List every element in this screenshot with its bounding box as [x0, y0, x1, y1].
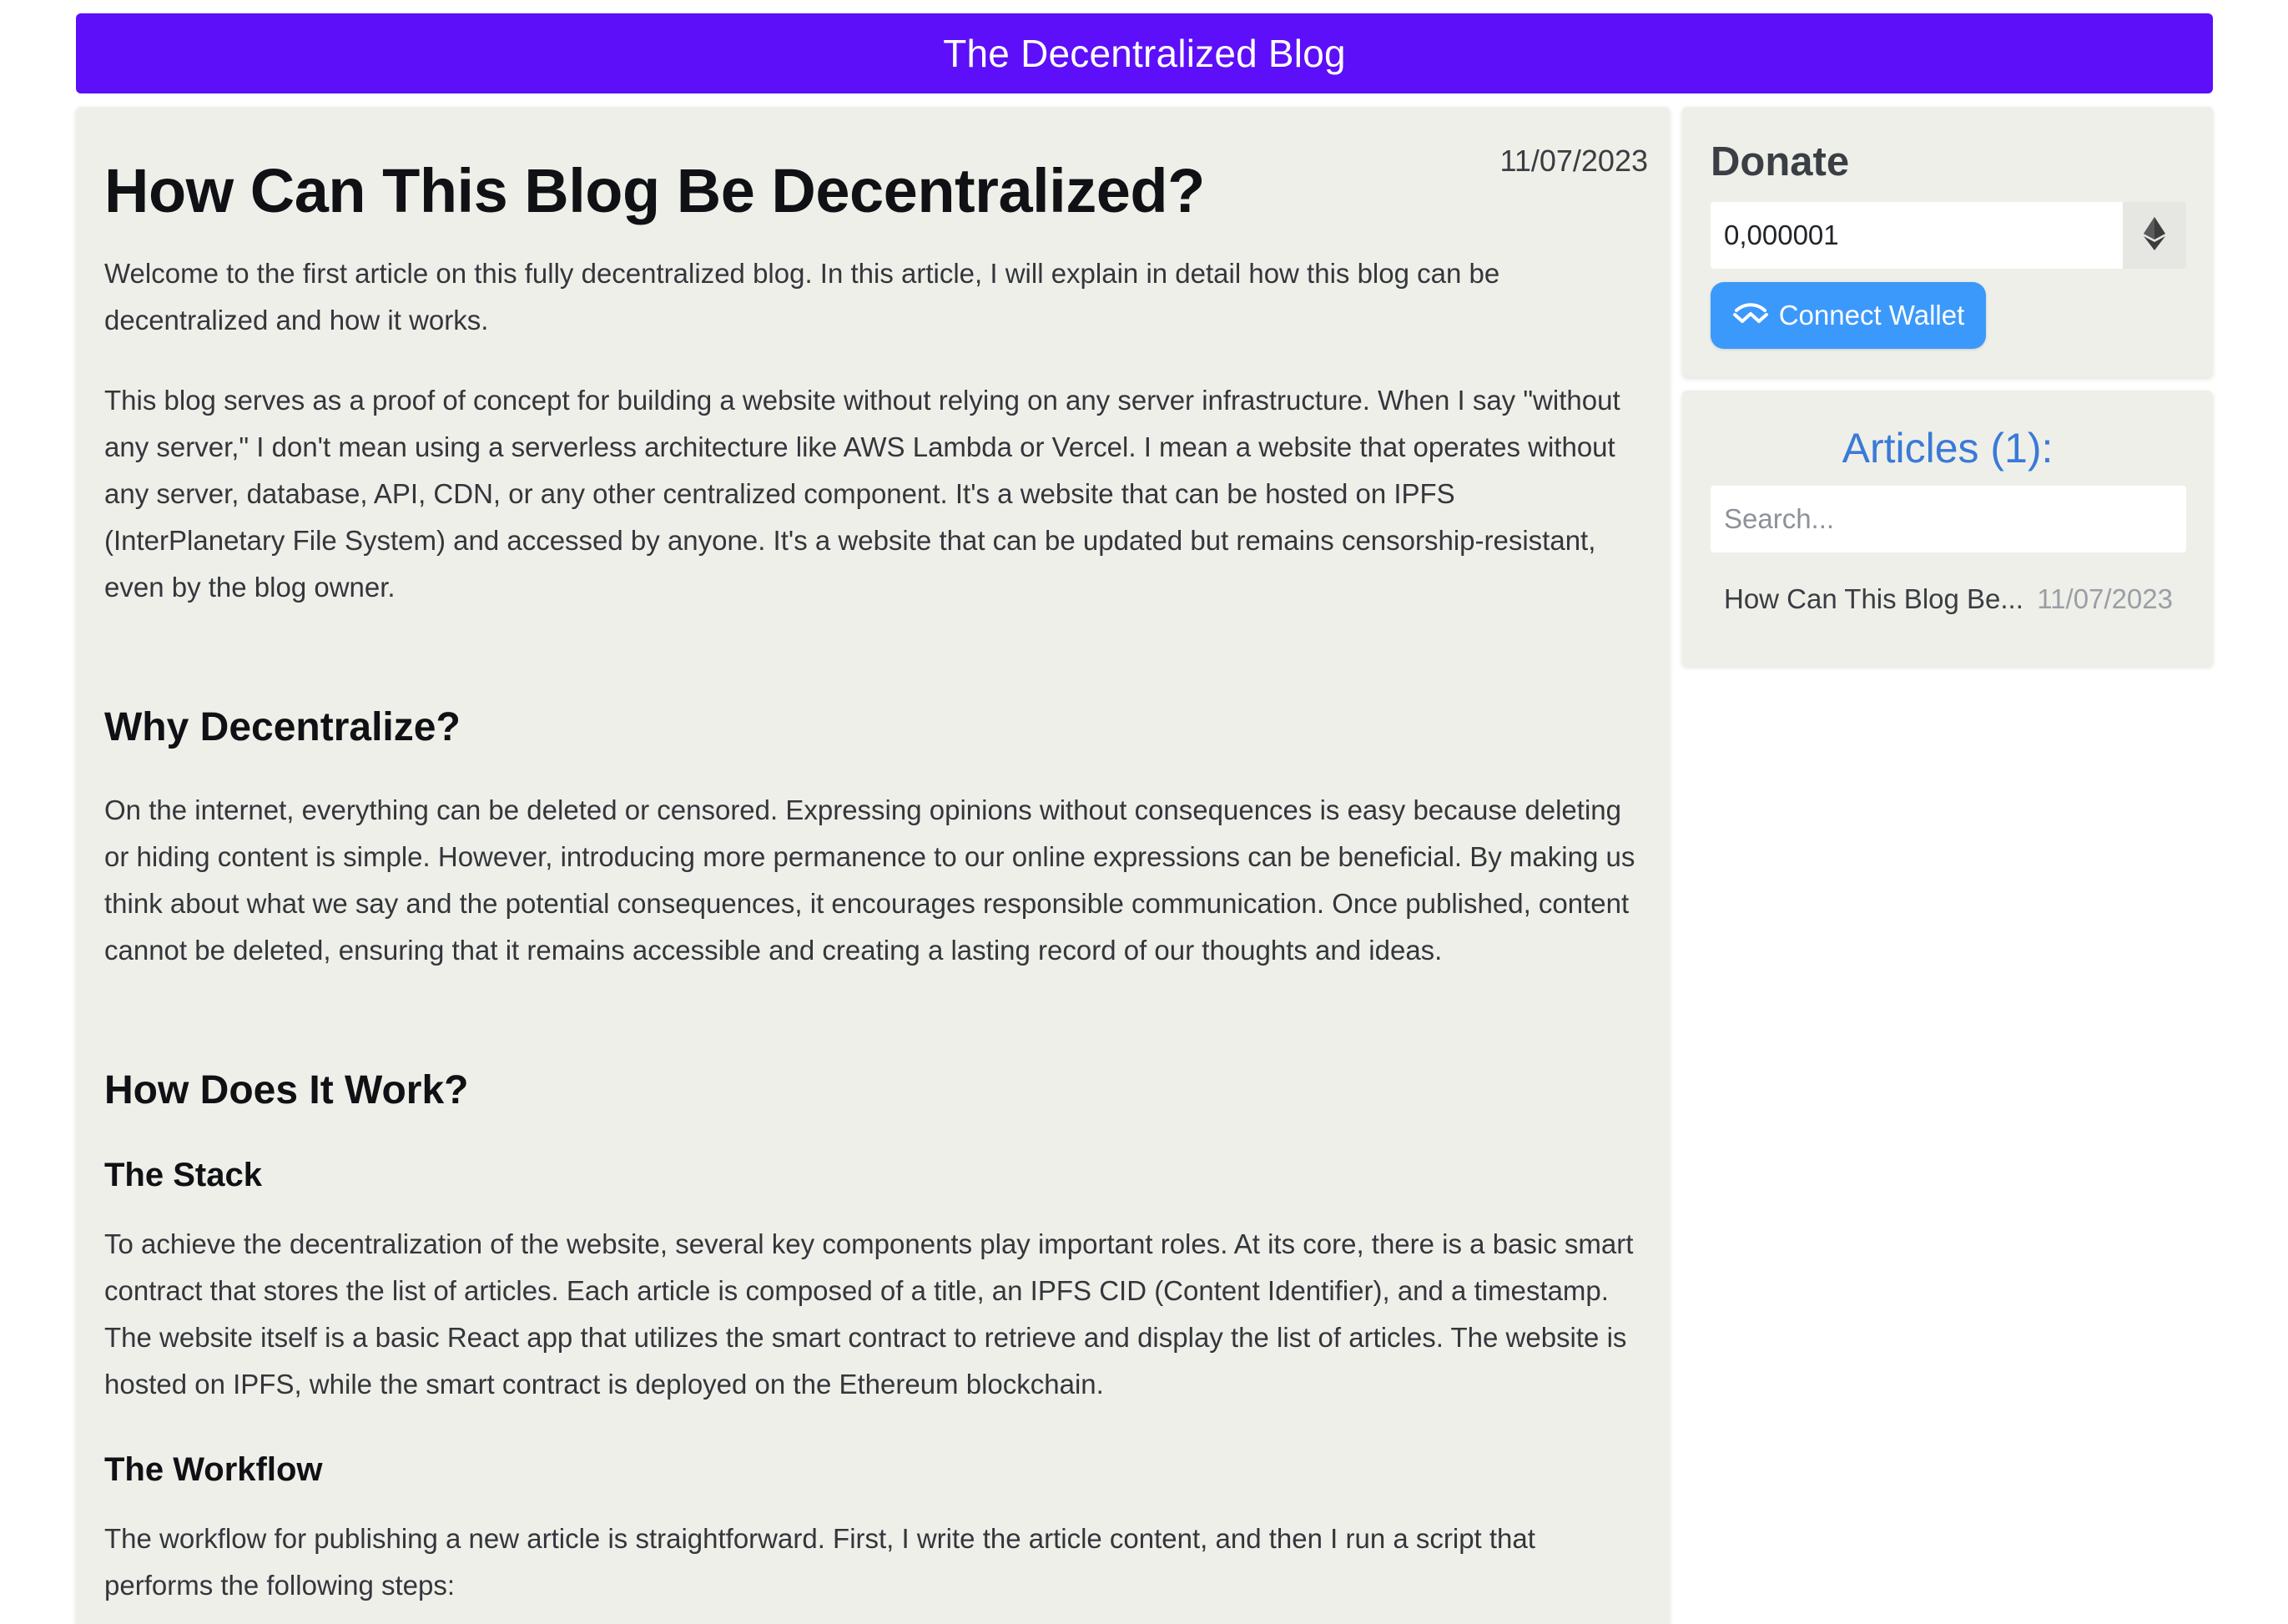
- subsection-text-workflow: The workflow for publishing a new articl…: [104, 1523, 1535, 1601]
- subsection-text-stack: To achieve the decentralization of the w…: [104, 1228, 1634, 1400]
- subsection-heading-stack: The Stack: [104, 1157, 262, 1193]
- article-paragraph: This blog serves as a proof of concept f…: [104, 385, 1620, 603]
- site-header: The Decentralized Blog: [76, 13, 2213, 93]
- currency-addon: [2123, 202, 2186, 269]
- ethereum-icon: [2144, 216, 2165, 255]
- article-list-item-date: 11/07/2023: [2037, 583, 2173, 614]
- donate-card: Donate Connect Wallet: [1682, 107, 2213, 377]
- connect-wallet-label: Connect Wallet: [1778, 300, 1965, 330]
- article-date: 11/07/2023: [1499, 144, 1648, 178]
- article-body: Welcome to the first article on this ful…: [104, 250, 1641, 1609]
- article-title: How Can This Blog Be Decentralized?: [104, 156, 1205, 225]
- subsection-heading-workflow: The Workflow: [104, 1451, 323, 1488]
- site-title[interactable]: The Decentralized Blog: [943, 31, 1346, 76]
- connect-wallet-button[interactable]: Connect Wallet: [1711, 282, 1986, 349]
- articles-panel-title: Articles (1):: [1842, 425, 2054, 472]
- page: The Decentralized Blog How Can This Blog…: [0, 0, 2288, 1624]
- article-intro: Welcome to the first article on this ful…: [104, 258, 1500, 335]
- donate-amount-input[interactable]: [1711, 202, 2123, 269]
- section-heading-how: How Does It Work?: [104, 1068, 469, 1112]
- donate-amount-group: [1711, 202, 2186, 269]
- walletconnect-icon: [1732, 300, 1769, 331]
- section-text-why: On the internet, everything can be delet…: [104, 794, 1635, 966]
- article-list-item-title: How Can This Blog Be...: [1724, 583, 2023, 614]
- article-header: How Can This Blog Be Decentralized? 11/0…: [104, 135, 1648, 235]
- article-card: How Can This Blog Be Decentralized? 11/0…: [76, 107, 1670, 1624]
- article-list-item[interactable]: How Can This Blog Be... 11/07/2023: [1711, 574, 2186, 624]
- articles-search-input[interactable]: [1711, 486, 2186, 552]
- section-heading-why: Why Decentralize?: [104, 705, 461, 749]
- articles-panel: Articles (1): How Can This Blog Be... 11…: [1682, 391, 2213, 666]
- donate-title: Donate: [1711, 139, 1850, 184]
